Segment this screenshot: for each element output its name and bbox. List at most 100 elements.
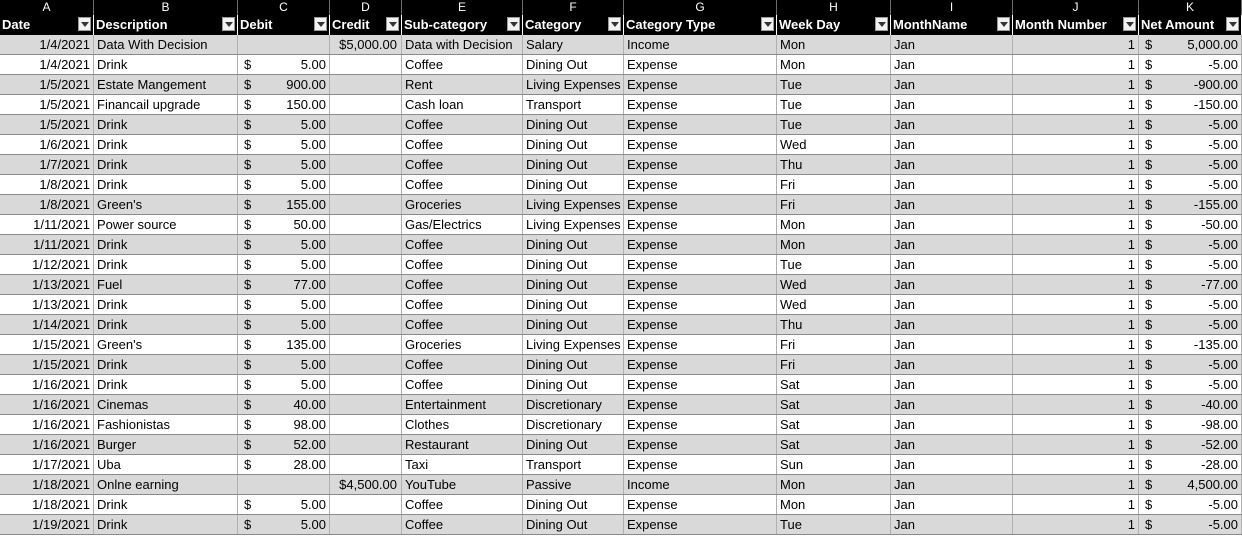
cell-cat[interactable]: Dining Out <box>523 235 624 254</box>
cell-cat[interactable]: Living Expenses <box>523 195 624 214</box>
cell-debit[interactable]: $135.00 <box>238 335 330 354</box>
column-letter-a[interactable]: A <box>0 0 94 15</box>
cell-month[interactable]: Jan <box>891 515 1013 534</box>
column-letter-f[interactable]: F <box>523 0 624 15</box>
cell-date[interactable]: 1/15/2021 <box>0 355 94 374</box>
cell-desc[interactable]: Drink <box>94 495 238 514</box>
cell-sub[interactable]: Coffee <box>402 115 523 134</box>
filter-dropdown-icon[interactable] <box>314 17 327 31</box>
cell-month[interactable]: Jan <box>891 395 1013 414</box>
cell-date[interactable]: 1/16/2021 <box>0 435 94 454</box>
cell-debit[interactable]: $5.00 <box>238 115 330 134</box>
cell-desc[interactable]: Green's <box>94 335 238 354</box>
cell-day[interactable]: Sun <box>777 455 891 474</box>
cell-num[interactable]: 1 <box>1013 215 1139 234</box>
cell-debit[interactable]: $150.00 <box>238 95 330 114</box>
cell-day[interactable]: Sat <box>777 375 891 394</box>
cell-credit[interactable] <box>330 215 402 234</box>
cell-day[interactable]: Thu <box>777 155 891 174</box>
cell-type[interactable]: Expense <box>624 215 777 234</box>
cell-net[interactable]: $ -77.00 <box>1139 275 1242 294</box>
cell-cat[interactable]: Dining Out <box>523 315 624 334</box>
cell-date[interactable]: 1/4/2021 <box>0 35 94 54</box>
cell-debit[interactable]: $5.00 <box>238 235 330 254</box>
cell-desc[interactable]: Drink <box>94 235 238 254</box>
cell-cat[interactable]: Dining Out <box>523 355 624 374</box>
cell-num[interactable]: 1 <box>1013 315 1139 334</box>
cell-month[interactable]: Jan <box>891 155 1013 174</box>
cell-desc[interactable]: Burger <box>94 435 238 454</box>
cell-month[interactable]: Jan <box>891 355 1013 374</box>
cell-debit[interactable]: $900.00 <box>238 75 330 94</box>
cell-net[interactable]: $ -5.00 <box>1139 175 1242 194</box>
cell-num[interactable]: 1 <box>1013 455 1139 474</box>
cell-cat[interactable]: Dining Out <box>523 495 624 514</box>
cell-desc[interactable]: Financail upgrade <box>94 95 238 114</box>
cell-cat[interactable]: Dining Out <box>523 115 624 134</box>
column-letter-g[interactable]: G <box>624 0 777 15</box>
cell-desc[interactable]: Drink <box>94 135 238 154</box>
cell-sub[interactable]: Coffee <box>402 235 523 254</box>
cell-desc[interactable]: Fashionistas <box>94 415 238 434</box>
filter-dropdown-icon[interactable] <box>761 17 774 31</box>
cell-day[interactable]: Fri <box>777 335 891 354</box>
cell-date[interactable]: 1/18/2021 <box>0 495 94 514</box>
column-letter-d[interactable]: D <box>330 0 402 15</box>
column-letter-e[interactable]: E <box>402 0 523 15</box>
cell-net[interactable]: $4,500.00 <box>1139 475 1242 494</box>
cell-date[interactable]: 1/17/2021 <box>0 455 94 474</box>
cell-month[interactable]: Jan <box>891 55 1013 74</box>
cell-sub[interactable]: Data with Decision <box>402 35 523 54</box>
cell-type[interactable]: Expense <box>624 355 777 374</box>
cell-desc[interactable]: Data With Decision <box>94 35 238 54</box>
cell-num[interactable]: 1 <box>1013 495 1139 514</box>
cell-credit[interactable] <box>330 395 402 414</box>
cell-type[interactable]: Income <box>624 475 777 494</box>
cell-type[interactable]: Expense <box>624 395 777 414</box>
cell-month[interactable]: Jan <box>891 215 1013 234</box>
cell-debit[interactable] <box>238 35 330 54</box>
cell-date[interactable]: 1/11/2021 <box>0 215 94 234</box>
cell-num[interactable]: 1 <box>1013 135 1139 154</box>
cell-desc[interactable]: Green's <box>94 195 238 214</box>
cell-debit[interactable]: $5.00 <box>238 315 330 334</box>
cell-debit[interactable]: $5.00 <box>238 135 330 154</box>
cell-debit[interactable]: $77.00 <box>238 275 330 294</box>
cell-sub[interactable]: Restaurant <box>402 435 523 454</box>
cell-month[interactable]: Jan <box>891 95 1013 114</box>
cell-day[interactable]: Tue <box>777 95 891 114</box>
cell-num[interactable]: 1 <box>1013 515 1139 534</box>
cell-month[interactable]: Jan <box>891 475 1013 494</box>
cell-net[interactable]: $ -5.00 <box>1139 355 1242 374</box>
cell-net[interactable]: $ -40.00 <box>1139 395 1242 414</box>
cell-sub[interactable]: Cash loan <box>402 95 523 114</box>
cell-credit[interactable] <box>330 115 402 134</box>
cell-net[interactable]: $ -5.00 <box>1139 515 1242 534</box>
cell-month[interactable]: Jan <box>891 435 1013 454</box>
cell-month[interactable]: Jan <box>891 335 1013 354</box>
cell-type[interactable]: Expense <box>624 155 777 174</box>
cell-cat[interactable]: Discretionary <box>523 415 624 434</box>
cell-type[interactable]: Expense <box>624 75 777 94</box>
cell-net[interactable]: $ -5.00 <box>1139 495 1242 514</box>
cell-debit[interactable]: $5.00 <box>238 375 330 394</box>
cell-type[interactable]: Expense <box>624 115 777 134</box>
cell-net[interactable]: $ -50.00 <box>1139 215 1242 234</box>
cell-type[interactable]: Expense <box>624 455 777 474</box>
filter-dropdown-icon[interactable] <box>875 17 888 31</box>
cell-credit[interactable] <box>330 335 402 354</box>
cell-desc[interactable]: Drink <box>94 175 238 194</box>
cell-type[interactable]: Expense <box>624 435 777 454</box>
cell-month[interactable]: Jan <box>891 115 1013 134</box>
cell-month[interactable]: Jan <box>891 255 1013 274</box>
cell-date[interactable]: 1/7/2021 <box>0 155 94 174</box>
cell-debit[interactable]: $52.00 <box>238 435 330 454</box>
cell-day[interactable]: Mon <box>777 495 891 514</box>
cell-type[interactable]: Expense <box>624 315 777 334</box>
cell-day[interactable]: Wed <box>777 295 891 314</box>
cell-net[interactable]: $ -5.00 <box>1139 235 1242 254</box>
cell-day[interactable]: Tue <box>777 255 891 274</box>
cell-day[interactable]: Thu <box>777 315 891 334</box>
cell-date[interactable]: 1/13/2021 <box>0 295 94 314</box>
cell-type[interactable]: Expense <box>624 195 777 214</box>
